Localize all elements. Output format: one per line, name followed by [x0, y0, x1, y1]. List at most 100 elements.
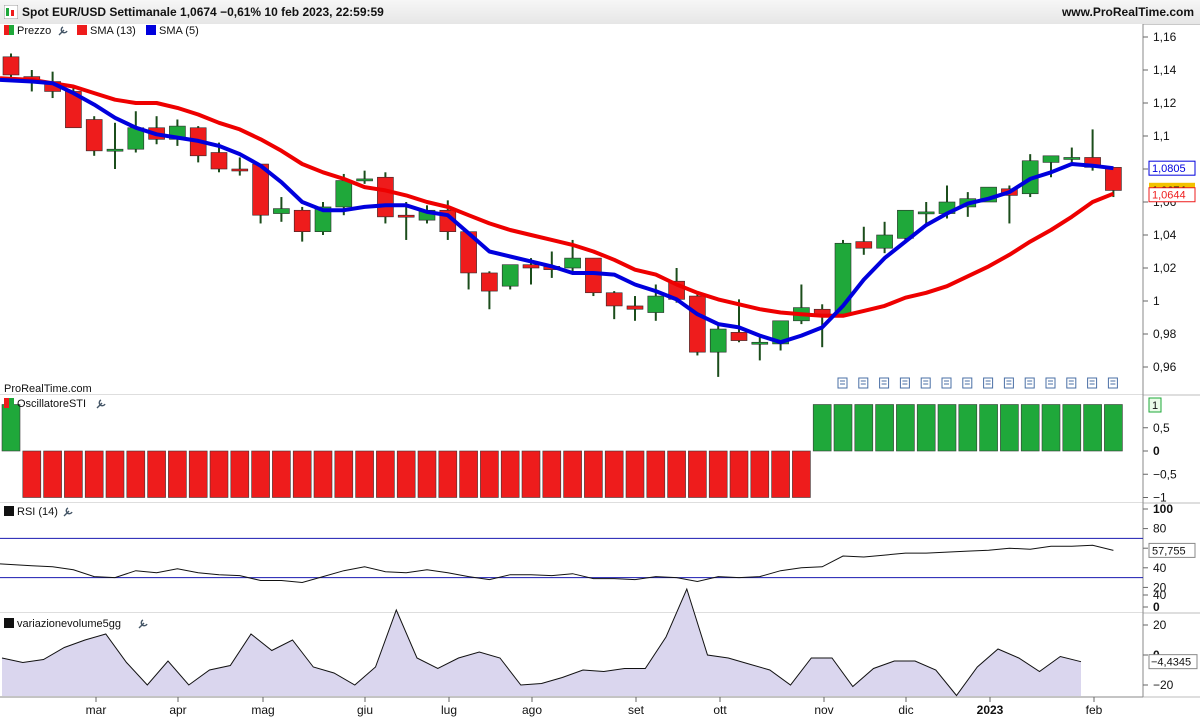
report-icon[interactable] [1087, 377, 1098, 389]
candle [626, 305, 644, 310]
sti-bar [147, 450, 166, 498]
sma13-value-badge: 1,0644 [1148, 187, 1196, 203]
legend-rsi[interactable]: RSI (14) [17, 506, 58, 518]
sti-bar [833, 404, 853, 452]
report-icon[interactable] [1066, 377, 1077, 389]
rsi-tick-label: 100 [1153, 502, 1173, 516]
sti-bar [792, 450, 811, 498]
x-tick-label: nov [814, 703, 833, 717]
price-tick-label: 1,04 [1153, 228, 1177, 242]
price-tick-label: 1,02 [1153, 261, 1177, 275]
rsi-tick-label: 0 [1153, 600, 1160, 614]
sti-bar [272, 450, 291, 498]
candle [751, 341, 769, 345]
sti-bar [438, 450, 458, 498]
candle [293, 209, 311, 233]
candle [85, 119, 103, 152]
report-icon[interactable] [1003, 377, 1014, 389]
price-tick-label: 0,96 [1153, 360, 1177, 374]
x-tick-label: mag [251, 703, 274, 717]
report-icon[interactable] [920, 377, 931, 389]
candle [522, 264, 540, 269]
sti-bar [251, 450, 270, 498]
sti-bar [854, 404, 874, 452]
sti-swatch-half [4, 398, 9, 408]
sti-bar [84, 450, 104, 498]
sti-bar [105, 450, 125, 498]
sti-bar [417, 450, 437, 498]
sti-bar [292, 450, 312, 498]
price-tick-label: 1,14 [1153, 63, 1177, 77]
svg-text:1,0805: 1,0805 [1152, 163, 1186, 175]
sti-bar [230, 450, 250, 498]
candle [564, 257, 581, 269]
sti-bar [708, 450, 728, 498]
x-tick-label: 2023 [977, 703, 1004, 717]
prezzo-swatch-half [4, 25, 9, 35]
x-tick-label: feb [1086, 703, 1103, 717]
sti-bar [1104, 404, 1123, 452]
report-icon[interactable] [837, 377, 848, 389]
candle [1105, 167, 1122, 191]
sti-bar [625, 450, 645, 498]
sti-bar [1020, 404, 1040, 452]
x-tick-label: dic [898, 703, 913, 717]
report-icon[interactable] [1045, 377, 1056, 389]
panel-background-2 [0, 503, 1143, 613]
sti-bar [334, 450, 354, 498]
sti-tick-label: 0,5 [1153, 421, 1170, 435]
sti-tick-label: −0,5 [1153, 467, 1177, 481]
panel-background-0 [0, 24, 1143, 395]
sti-bar [126, 450, 146, 498]
sti-bar [1041, 404, 1061, 452]
rsi-value-badge: 57,755 [1148, 542, 1196, 558]
sti-bar [459, 450, 478, 498]
brand-link[interactable]: www.ProRealTime.com [1062, 5, 1194, 19]
report-icon[interactable] [858, 377, 869, 389]
report-icon[interactable] [941, 377, 952, 389]
report-icon[interactable] [962, 377, 973, 389]
candle [356, 178, 373, 182]
sti-bar [812, 404, 832, 452]
volume-tick-label: 40 [1153, 588, 1167, 602]
report-icon[interactable] [1107, 377, 1118, 389]
sti-bar [688, 450, 707, 498]
x-tick-label: set [628, 703, 645, 717]
candle [730, 332, 748, 341]
report-icon[interactable] [983, 377, 994, 389]
x-tick-label: giu [357, 703, 373, 717]
candle [876, 234, 893, 249]
candle [210, 152, 228, 170]
sti-bar [563, 450, 582, 498]
candle [273, 208, 290, 214]
report-icon[interactable] [879, 377, 890, 389]
volume-tick-label: 20 [1153, 618, 1167, 632]
price-tick-label: 1,1 [1153, 129, 1170, 143]
candle [855, 241, 873, 249]
sti-bar [958, 404, 978, 452]
candle [647, 295, 665, 313]
price-tick-label: 1 [1153, 294, 1160, 308]
sti-bar [376, 450, 395, 498]
candle [2, 56, 20, 76]
sti-bar [396, 450, 416, 498]
sti-bar [937, 404, 957, 452]
legend-sma5[interactable]: SMA (5) [159, 25, 199, 37]
sti-bar [1083, 404, 1102, 452]
x-tick-label: lug [441, 703, 457, 717]
chart-app-icon[interactable] [4, 5, 18, 19]
legend-sma13[interactable]: SMA (13) [90, 25, 136, 37]
legend-prezzo[interactable]: Prezzo [17, 25, 51, 37]
legend-volume[interactable]: variazionevolume5gg [17, 618, 121, 630]
sti-bar [480, 450, 499, 498]
sti-bar [209, 450, 229, 498]
legend-sti[interactable]: OscillatoreSTI [17, 398, 86, 410]
candle [689, 295, 706, 353]
chart-header: Spot EUR/USD Settimanale 1,0674 −0,61% 1… [0, 0, 1200, 25]
report-icon[interactable] [899, 377, 910, 389]
report-icon[interactable] [1024, 377, 1035, 389]
sti-value-badge: 1 [1148, 397, 1162, 413]
sti-bar [521, 450, 541, 498]
sti-bar [313, 450, 333, 498]
price-tick-label: 1,12 [1153, 96, 1177, 110]
